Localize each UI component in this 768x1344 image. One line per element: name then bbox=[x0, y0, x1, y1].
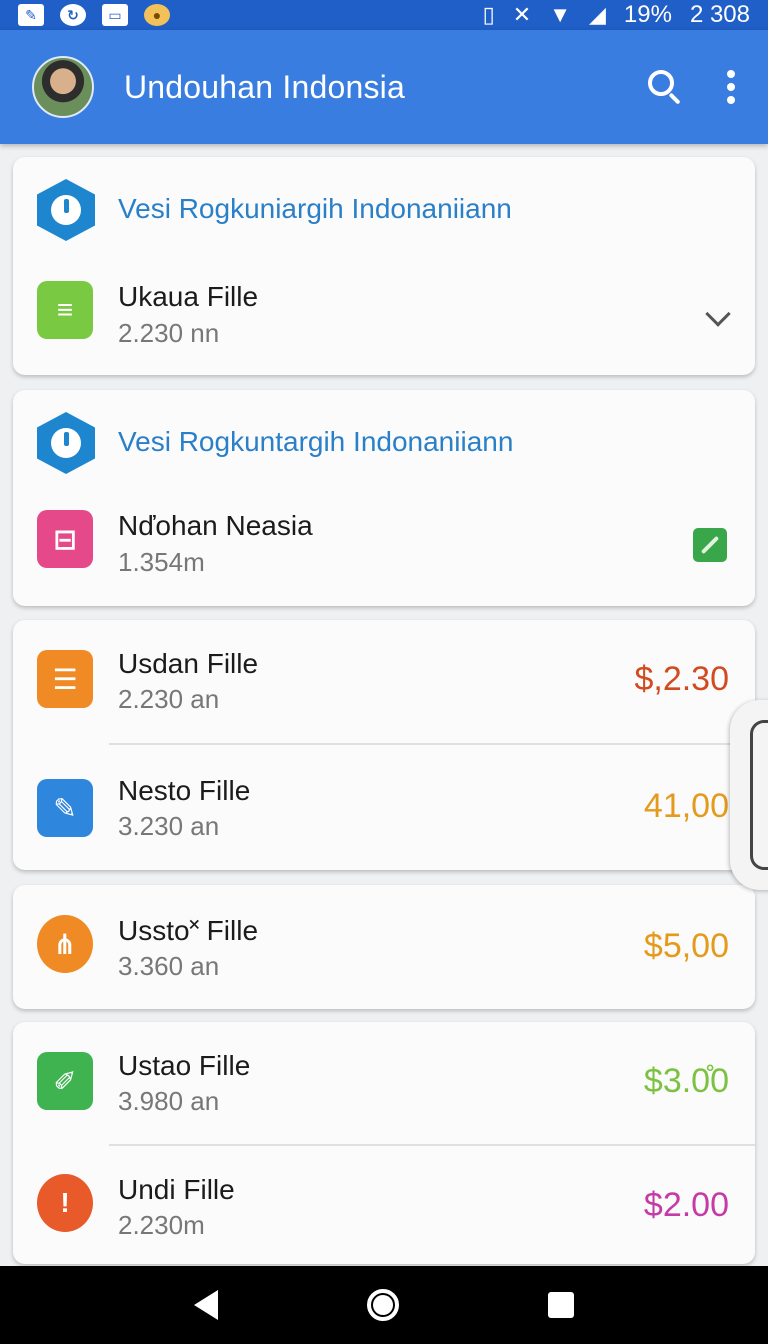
file-name: Ukaua Fille bbox=[118, 281, 259, 312]
list-item[interactable]: ✎ Nesto Fille 3.230 an 41,00 bbox=[13, 745, 755, 855]
file-name: Undi Fille bbox=[118, 1174, 235, 1205]
file-size: 2.230 an bbox=[118, 684, 220, 714]
mute-icon: ✕ bbox=[512, 2, 532, 27]
alert-icon: ! bbox=[37, 1174, 93, 1232]
edit-icon: ✎ bbox=[18, 4, 44, 26]
avatar[interactable] bbox=[32, 56, 94, 118]
status-bar: ✎ ↻ ▭ ● ▯ ✕ ▼ ◢ 19% 2 308 bbox=[0, 0, 768, 30]
file-size: 3.980 an bbox=[118, 1086, 220, 1116]
file-name: Usdan Fille bbox=[118, 648, 259, 679]
chevron-down-icon[interactable] bbox=[705, 301, 731, 327]
edit-pencil-icon: ✐ bbox=[37, 1052, 93, 1110]
check-badge-icon[interactable] bbox=[693, 528, 727, 562]
list-item[interactable]: ≡ Ukaua Fille 2.230 nn bbox=[13, 257, 755, 367]
file-size: 3.230 an bbox=[118, 811, 220, 841]
amount: $,2.30 bbox=[634, 660, 729, 698]
battery-text: 19% bbox=[623, 1, 672, 28]
signal-icon: ◢ bbox=[588, 2, 606, 27]
amount: $5,00 bbox=[643, 927, 729, 965]
keyboard-icon: ▭ bbox=[102, 4, 128, 26]
back-icon[interactable] bbox=[194, 1290, 219, 1320]
sync-icon: ↻ bbox=[60, 4, 86, 26]
group-header[interactable]: Vesi Rogkuntargih Indonaniiann bbox=[118, 426, 513, 458]
list-item[interactable]: ! Undi Fille 2.230m $2.00 bbox=[13, 1146, 755, 1256]
edge-panel-handle[interactable] bbox=[730, 700, 768, 890]
file-name: Nesto Fille bbox=[118, 775, 251, 806]
file-group-card: ☰ Usdan Fille 2.230 an $,2.30 ✎ Nesto Fi… bbox=[13, 620, 755, 870]
search-icon[interactable] bbox=[648, 70, 682, 105]
file-name: Nďohan Neasia bbox=[118, 510, 313, 541]
document-icon: ≡ bbox=[37, 281, 93, 339]
amount: $2.00 bbox=[643, 1186, 729, 1224]
vibrate-icon: ▯ bbox=[482, 2, 495, 27]
navigation-bar bbox=[0, 1266, 768, 1344]
file-name: Ustao Fille bbox=[118, 1050, 251, 1081]
file-size: 2.230m bbox=[118, 1210, 205, 1240]
hexagon-app-icon bbox=[37, 412, 95, 474]
file-group-card: ⋔ Ussto˟ Fille 3.360 an $5,00 bbox=[13, 885, 755, 1009]
file-size: 2.230 nn bbox=[118, 318, 220, 348]
group-header[interactable]: Vesi Rogkuniargih Indonaniiann bbox=[118, 193, 512, 225]
list-item[interactable]: ⊟ Nďohan Neasia 1.354m bbox=[13, 486, 755, 596]
recents-icon[interactable] bbox=[547, 1292, 574, 1318]
app-bar: Undouhan Indonsia bbox=[0, 30, 768, 144]
clock-text: 2 308 bbox=[689, 1, 750, 28]
wifi-icon: ▼ bbox=[549, 2, 571, 27]
file-group-card: Vesi Rogkuntargih Indonaniiann ⊟ Nďohan … bbox=[13, 390, 755, 606]
home-icon[interactable] bbox=[366, 1289, 399, 1321]
file-name: Ussto˟ Fille bbox=[118, 915, 259, 946]
amount: 41,00 bbox=[643, 787, 729, 825]
file-size: 1.354m bbox=[118, 547, 205, 577]
list-item[interactable]: ✐ Ustao Fille 3.980 an $3.0̊0 bbox=[13, 1022, 755, 1132]
pen-icon: ✎ bbox=[37, 779, 93, 837]
list-item[interactable]: ⋔ Ussto˟ Fille 3.360 an $5,00 bbox=[13, 885, 755, 995]
sheet-icon: ⊟ bbox=[37, 510, 93, 568]
list-item[interactable]: ☰ Usdan Fille 2.230 an $,2.30 bbox=[13, 620, 755, 730]
file-group-card: Vesi Rogkuniargih Indonaniiann ≡ Ukaua F… bbox=[13, 157, 755, 375]
app-title: Undouhan Indonsia bbox=[124, 68, 405, 105]
file-size: 3.360 an bbox=[118, 951, 220, 981]
file-group-card: ✐ Ustao Fille 3.980 an $3.0̊0 ! Undi Fil… bbox=[13, 1022, 755, 1264]
list-doc-icon: ☰ bbox=[37, 650, 93, 708]
hexagon-app-icon bbox=[37, 179, 95, 241]
coin-icon: ● bbox=[144, 4, 170, 26]
branch-icon: ⋔ bbox=[37, 915, 93, 973]
more-vert-icon[interactable] bbox=[726, 70, 736, 104]
amount: $3.0̊0 bbox=[643, 1062, 729, 1100]
